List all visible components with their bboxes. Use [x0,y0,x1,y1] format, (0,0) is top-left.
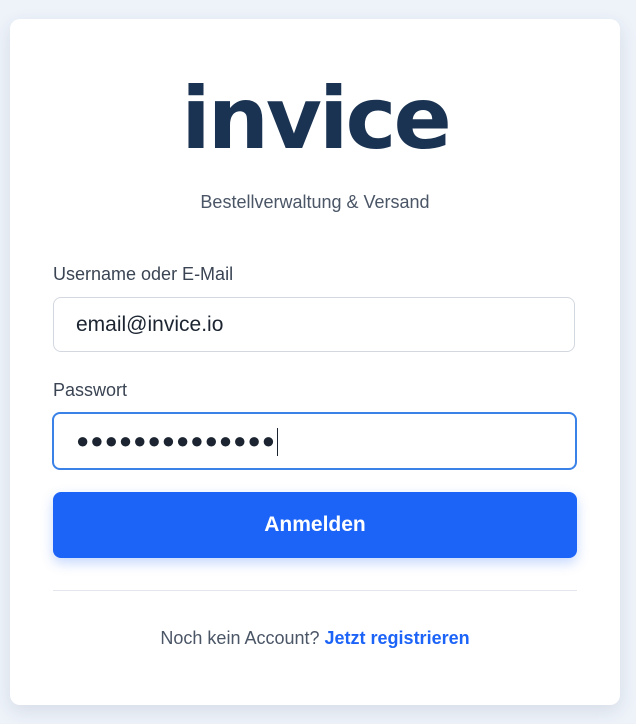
invice-logo: invice [181,69,452,169]
password-label: Passwort [53,380,128,400]
username-label: Username oder E-Mail [53,264,234,284]
password-input[interactable]: ●●●●●●●●●●●●●● [52,412,577,470]
subtitle: Bestellverwaltung & Versand [200,192,430,212]
username-input[interactable]: email@invice.io [53,297,575,352]
register-link[interactable]: Jetzt registrieren [325,628,470,648]
login-button[interactable]: Anmelden [53,492,577,558]
register-prompt: Noch kein Account? Jetzt registrieren [10,628,620,649]
register-prompt-text: Noch kein Account? [160,628,320,648]
username-value: email@invice.io [76,313,224,336]
login-card: invice Bestellverwaltung & Versand Usern… [10,19,620,705]
password-value: ●●●●●●●●●●●●●● [76,428,277,453]
divider [53,590,577,591]
text-caret [277,428,279,457]
